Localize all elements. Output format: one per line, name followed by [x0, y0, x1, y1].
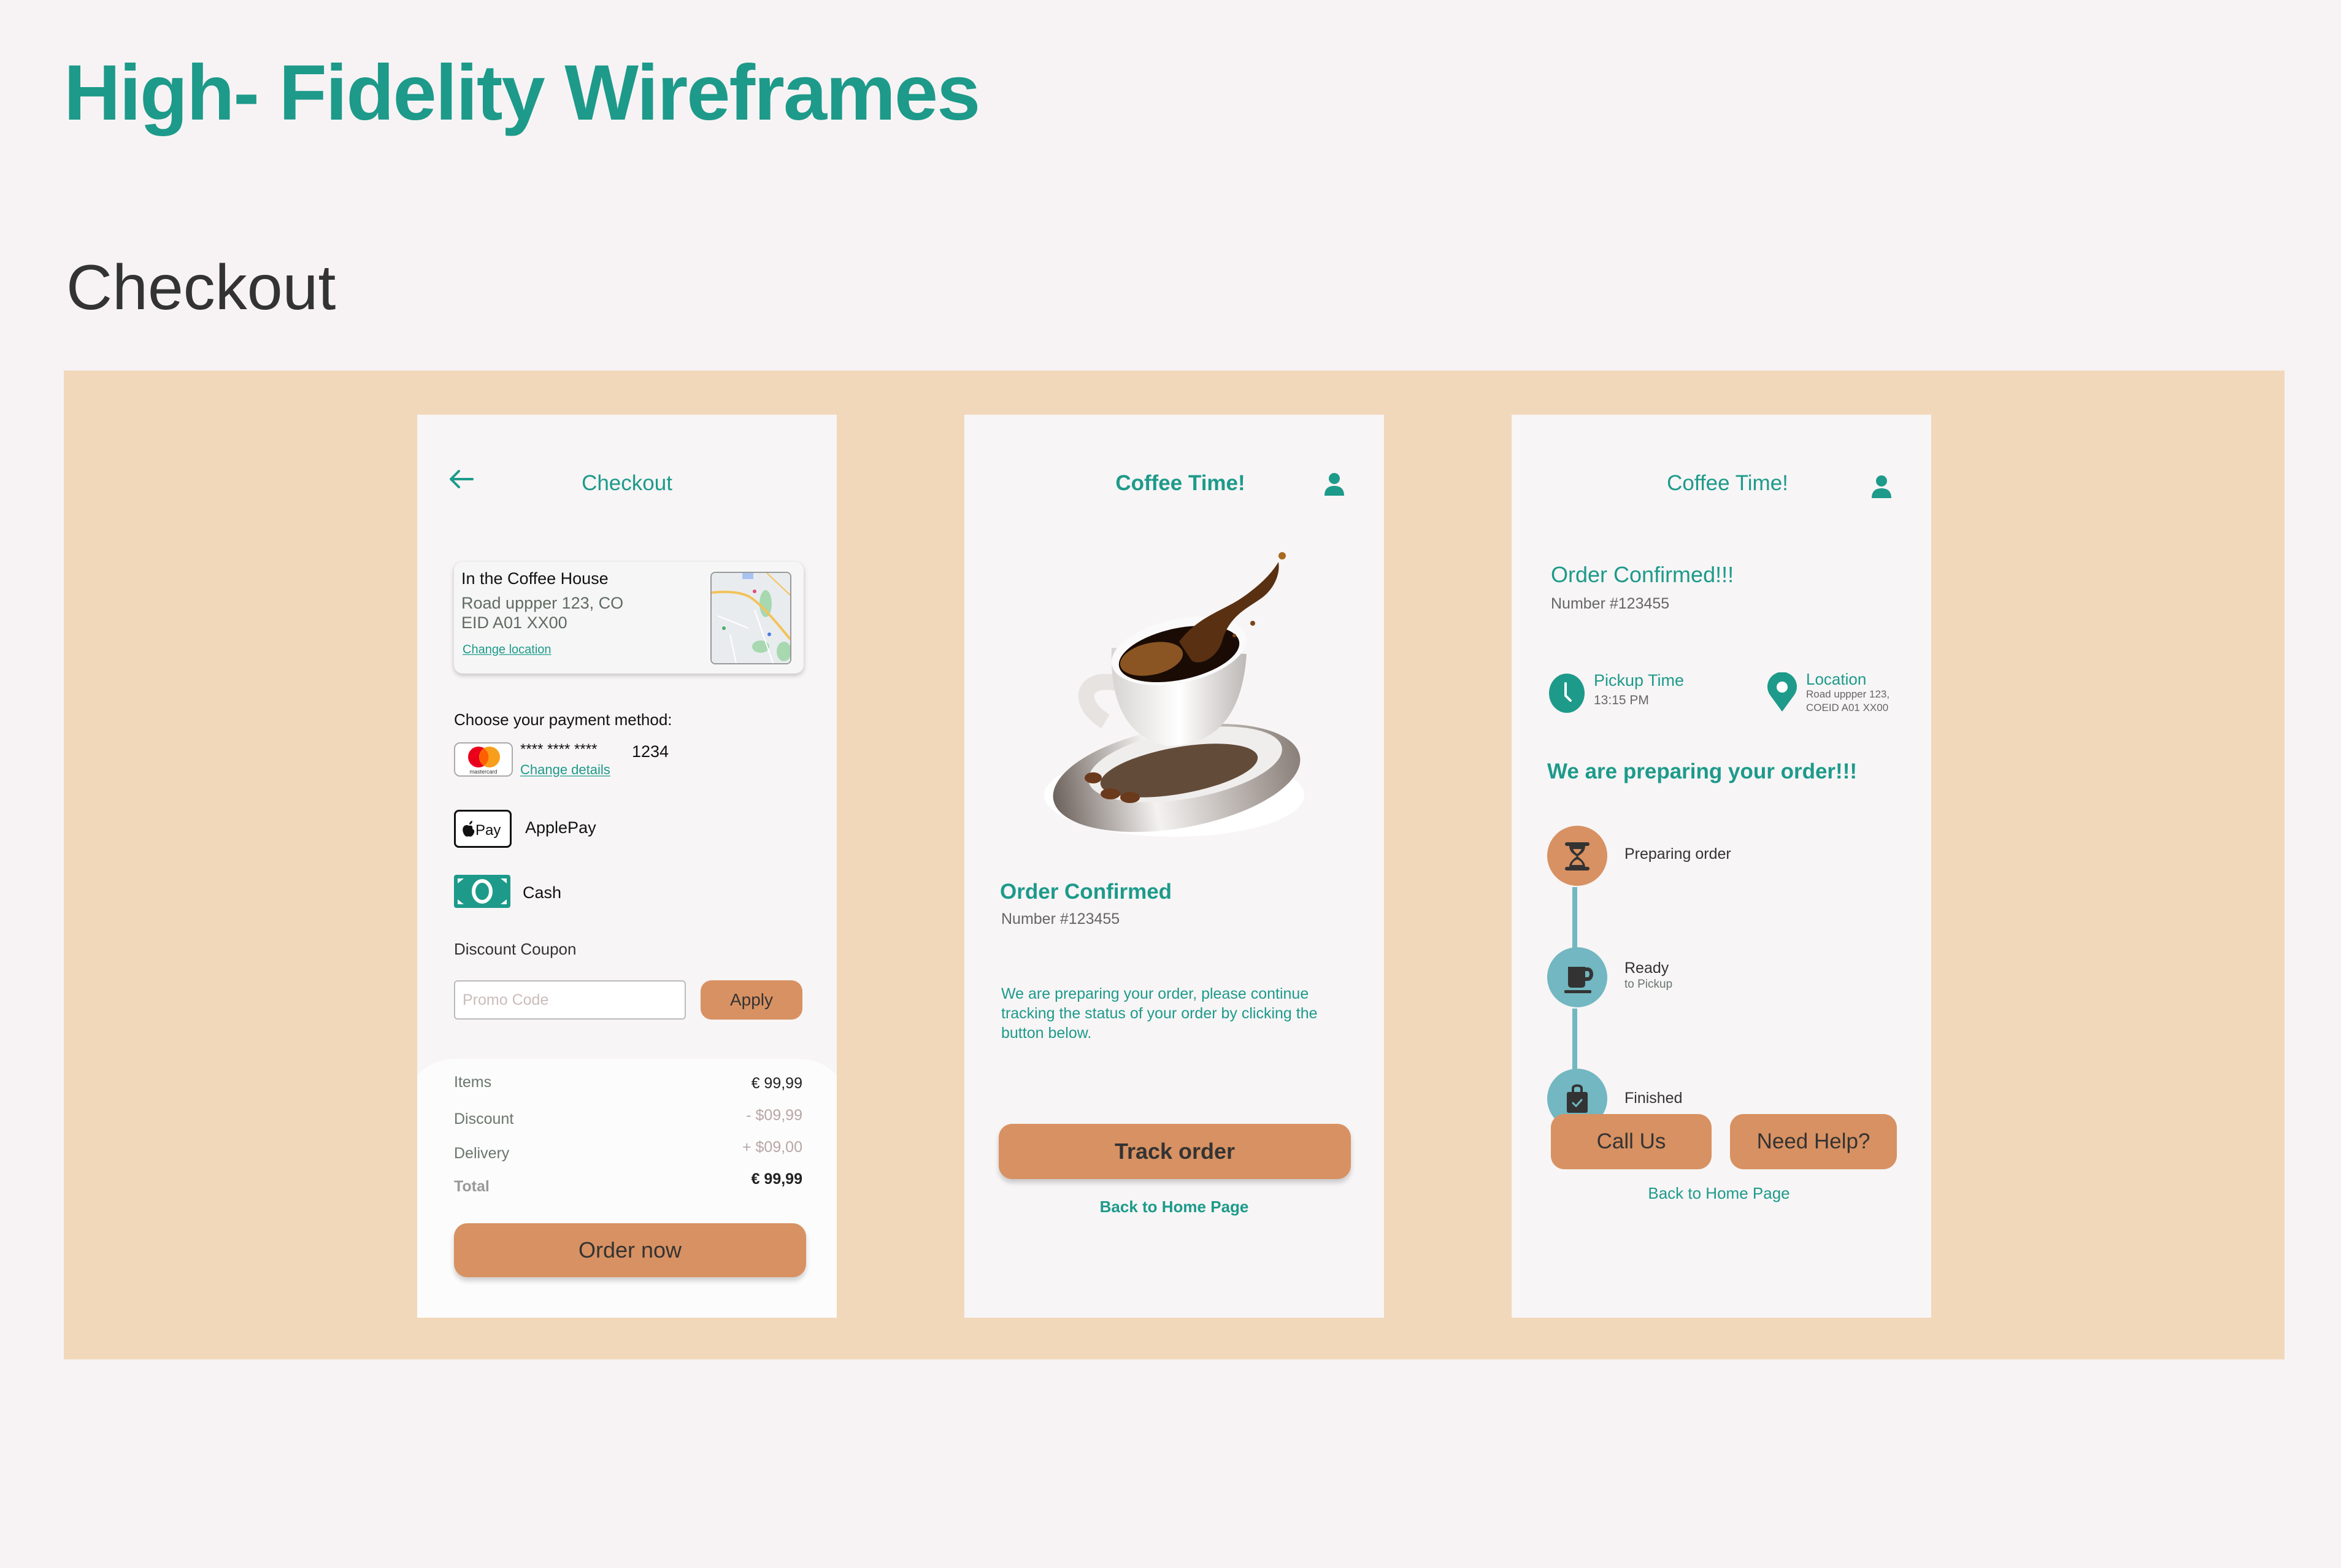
screen-title: Checkout	[582, 471, 672, 495]
cash-icon	[454, 875, 510, 908]
step-preparing	[1547, 826, 1607, 886]
call-us-button[interactable]: Call Us	[1551, 1114, 1712, 1169]
payment-option-cash[interactable]: Cash	[454, 875, 699, 912]
pickup-time-label: Pickup Time	[1594, 671, 1685, 690]
location-address-line2: EID A01 XX00	[461, 613, 567, 632]
apple-pay-icon: Pay	[454, 810, 512, 848]
change-location-link[interactable]: Change location	[463, 643, 552, 657]
track-order-button[interactable]: Track order	[999, 1124, 1351, 1179]
summary-label-delivery: Delivery	[454, 1145, 510, 1162]
checkout-screen: Checkout In the Coffee House Road uppper…	[417, 415, 837, 1318]
order-number: Number #123455	[1551, 595, 1670, 612]
mastercard-icon: mastercard	[454, 742, 513, 777]
payment-option-applepay[interactable]: Pay ApplePay	[454, 810, 699, 849]
summary-value-delivery: + $09,00	[742, 1139, 802, 1156]
svg-text:mastercard: mastercard	[469, 769, 497, 775]
summary-label-total: Total	[454, 1178, 490, 1195]
section-title: Checkout	[66, 252, 336, 323]
hourglass-icon	[1565, 842, 1589, 870]
order-confirmed-heading: Order Confirmed	[1000, 880, 1172, 904]
order-now-button[interactable]: Order now	[454, 1223, 806, 1277]
applepay-label: ApplePay	[525, 818, 596, 837]
coffee-cup-illustration	[1038, 550, 1320, 838]
profile-button[interactable]	[1871, 475, 1892, 502]
status-heading: We are preparing your order!!!	[1547, 759, 1858, 783]
location-name: In the Coffee House	[461, 569, 609, 588]
order-tracking-screen: Coffee Time! Order Confirmed!!! Number #…	[1512, 415, 1931, 1318]
map-thumbnail[interactable]	[710, 572, 791, 664]
summary-label-items: Items	[454, 1074, 492, 1091]
apply-button[interactable]: Apply	[701, 980, 802, 1020]
payment-heading: Choose your payment method:	[454, 710, 672, 729]
cash-label: Cash	[523, 883, 562, 902]
order-number: Number #123455	[1001, 910, 1120, 928]
step-label-preparing: Preparing order	[1624, 845, 1731, 863]
svg-text:Pay: Pay	[475, 822, 501, 839]
profile-button[interactable]	[1324, 472, 1345, 500]
timeline-connector	[1572, 887, 1577, 955]
change-details-link[interactable]: Change details	[520, 762, 610, 778]
location-line2: COEID A01 XX00	[1806, 702, 1889, 713]
summary-value-discount: - $09,99	[746, 1107, 802, 1124]
location-label: Location	[1806, 670, 1867, 688]
order-confirmed-screen: Coffee Time! Order Confirmed Number #123…	[964, 415, 1384, 1318]
timeline-connector	[1572, 1009, 1577, 1076]
coffee-mug-icon	[1564, 967, 1594, 993]
map-pin-icon	[1767, 672, 1797, 716]
step-sublabel-ready: to Pickup	[1624, 978, 1673, 991]
clock-icon	[1548, 674, 1585, 716]
app-title: Coffee Time!	[1667, 471, 1788, 495]
coupon-heading: Discount Coupon	[454, 940, 577, 958]
summary-label-discount: Discount	[454, 1110, 514, 1128]
order-confirmed-heading: Order Confirmed!!!	[1551, 562, 1734, 587]
pickup-time-value: 13:15 PM	[1594, 693, 1649, 707]
location-card: In the Coffee House Road uppper 123, CO …	[454, 562, 804, 674]
document-title: High- Fidelity Wireframes	[64, 49, 980, 137]
step-ready	[1547, 947, 1607, 1007]
card-masked-digits: **** **** ****	[520, 741, 598, 758]
back-to-home-link[interactable]: Back to Home Page	[964, 1197, 1384, 1216]
step-label-ready: Ready	[1624, 959, 1669, 977]
user-icon	[1872, 475, 1891, 498]
summary-value-total: € 99,99	[751, 1170, 802, 1188]
promo-code-input[interactable]	[454, 980, 686, 1020]
summary-value-items: € 99,99	[751, 1075, 802, 1092]
card-last4: 1234	[632, 742, 669, 761]
location-address-line1: Road uppper 123, CO	[461, 594, 624, 612]
back-to-home-link[interactable]: Back to Home Page	[1512, 1184, 1926, 1203]
app-title: Coffee Time!	[1115, 471, 1245, 495]
user-icon	[1324, 473, 1344, 496]
tracking-message: We are preparing your order, please cont…	[1001, 985, 1318, 1042]
step-label-finished: Finished	[1624, 1090, 1683, 1107]
payment-option-mastercard[interactable]: mastercard **** **** **** 1234 Change de…	[454, 741, 798, 778]
location-line1: Road uppper 123,	[1806, 688, 1890, 700]
need-help-button[interactable]: Need Help?	[1730, 1114, 1897, 1169]
